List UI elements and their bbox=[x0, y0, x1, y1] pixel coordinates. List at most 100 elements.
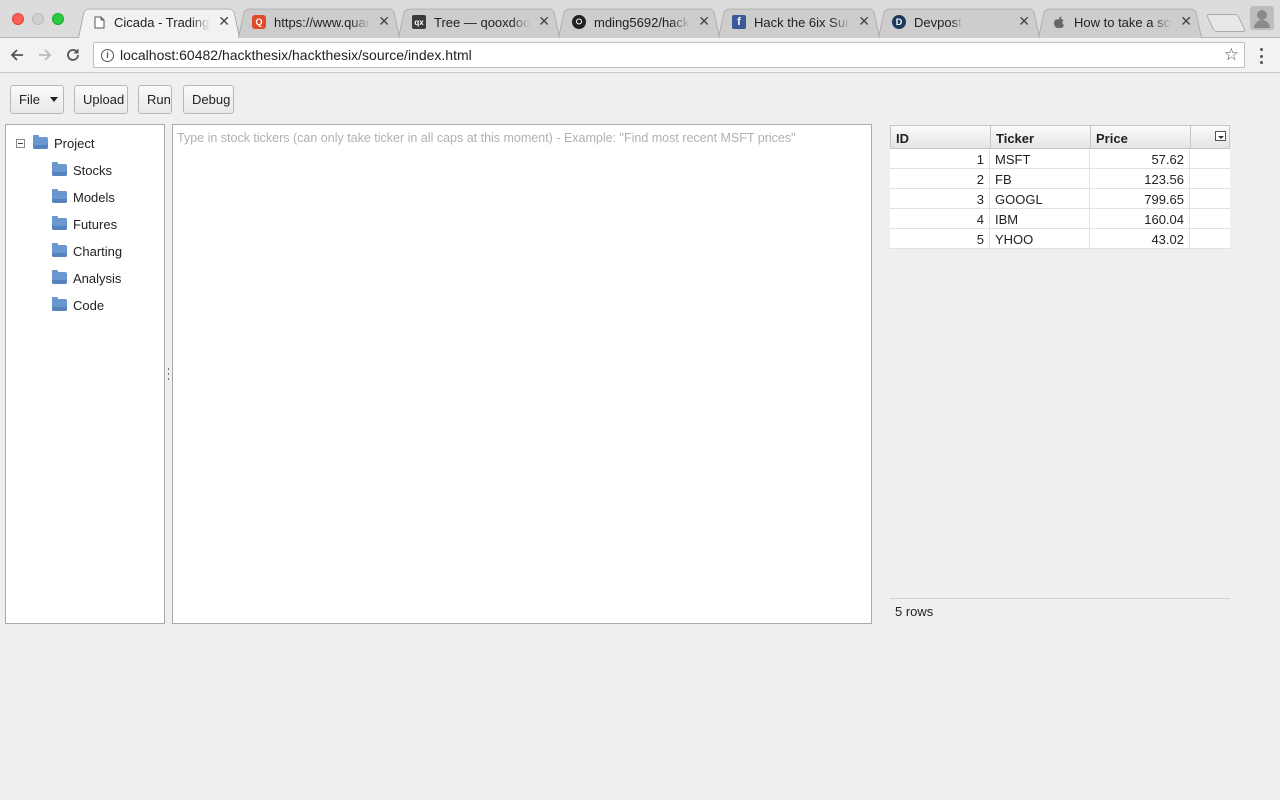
close-window-button[interactable] bbox=[12, 13, 24, 25]
close-tab-icon[interactable]: ✕ bbox=[1018, 13, 1030, 30]
folder-icon bbox=[52, 243, 67, 257]
column-header-id[interactable]: ID bbox=[891, 126, 991, 148]
tree-item-futures[interactable]: Futures bbox=[52, 214, 117, 234]
folder-icon bbox=[52, 270, 67, 284]
debug-button[interactable]: Debug bbox=[183, 85, 234, 114]
folder-icon bbox=[52, 162, 67, 176]
tab-title: Devpost bbox=[914, 14, 962, 30]
reload-icon[interactable] bbox=[62, 44, 84, 66]
forward-arrow-icon[interactable] bbox=[34, 44, 56, 66]
cell-price: 160.04 bbox=[1090, 209, 1190, 229]
table-row[interactable]: 2 FB 123.56 bbox=[890, 169, 1230, 189]
info-icon[interactable]: i bbox=[101, 49, 114, 62]
page-icon bbox=[92, 15, 106, 29]
close-tab-icon[interactable]: ✕ bbox=[858, 13, 870, 30]
url-text: localhost:60482/hackthesix/hackthesix/so… bbox=[120, 47, 472, 63]
column-visibility-icon[interactable] bbox=[1215, 131, 1226, 141]
facebook-icon: f bbox=[732, 15, 746, 29]
tree-item-analysis[interactable]: Analysis bbox=[52, 268, 121, 288]
tab-title: Cicada - Trading IDE bbox=[114, 14, 210, 30]
tree-item-label: Stocks bbox=[73, 162, 113, 178]
cell-price: 57.62 bbox=[1090, 149, 1190, 169]
table-row[interactable]: 3 GOOGL 799.65 bbox=[890, 189, 1230, 209]
tab-title: https://www.quandl.com bbox=[274, 14, 370, 30]
tree-item-label: Futures bbox=[73, 216, 118, 232]
browser-tab-7[interactable]: How to take a screenshot ✕ bbox=[1038, 6, 1202, 38]
apple-icon bbox=[1052, 15, 1066, 29]
tree-item-label: Project bbox=[54, 135, 95, 151]
results-table: ID Ticker Price 1 MSFT 57.62 2 FB 123.56… bbox=[890, 125, 1230, 624]
cell-ticker: MSFT bbox=[990, 149, 1090, 169]
close-tab-icon[interactable]: ✕ bbox=[378, 13, 390, 30]
folder-icon bbox=[33, 135, 48, 149]
new-tab-button[interactable] bbox=[1205, 14, 1247, 32]
column-header-ticker[interactable]: Ticker bbox=[991, 126, 1091, 148]
browser-tab-4[interactable]: mding5692/hackthesix ✕ bbox=[558, 6, 720, 38]
close-tab-icon[interactable]: ✕ bbox=[218, 13, 230, 30]
cell-id: 2 bbox=[890, 169, 990, 189]
close-tab-icon[interactable]: ✕ bbox=[1180, 13, 1192, 30]
back-arrow-icon[interactable] bbox=[6, 44, 28, 66]
cell-price: 43.02 bbox=[1090, 229, 1190, 249]
row-count: 5 rows bbox=[890, 598, 1230, 624]
file-menu-button[interactable]: File bbox=[10, 85, 64, 114]
browser-tab-6[interactable]: D Devpost ✕ bbox=[878, 6, 1040, 38]
project-tree: Project Stocks Models Futures Charting A… bbox=[5, 124, 165, 624]
tab-title: Tree — qooxdoo 5 bbox=[434, 14, 530, 30]
tab-title: Hack the 6ix Summer bbox=[754, 14, 850, 30]
table-body: 1 MSFT 57.62 2 FB 123.56 3 GOOGL 799.65 … bbox=[890, 149, 1230, 249]
tree-item-stocks[interactable]: Stocks bbox=[52, 160, 112, 180]
file-menu-label: File bbox=[19, 92, 40, 107]
tab-title: How to take a screenshot bbox=[1074, 14, 1172, 30]
cell-ticker: YHOO bbox=[990, 229, 1090, 249]
cell-id: 3 bbox=[890, 189, 990, 209]
cell-ticker: FB bbox=[990, 169, 1090, 189]
table-header: ID Ticker Price bbox=[890, 125, 1230, 149]
browser-tab-2[interactable]: Q https://www.quandl.com ✕ bbox=[238, 6, 400, 38]
cell-price: 123.56 bbox=[1090, 169, 1190, 189]
cell-id: 4 bbox=[890, 209, 990, 229]
browser-tab-5[interactable]: f Hack the 6ix Summer ✕ bbox=[718, 6, 880, 38]
table-row[interactable]: 1 MSFT 57.62 bbox=[890, 149, 1230, 169]
tree-item-label: Code bbox=[73, 297, 105, 313]
cell-ticker: GOOGL bbox=[990, 189, 1090, 209]
qooxdoo-icon: qx bbox=[412, 15, 426, 29]
cell-ticker: IBM bbox=[990, 209, 1090, 229]
cell-id: 1 bbox=[890, 149, 990, 169]
browser-tab-3[interactable]: qx Tree — qooxdoo 5 ✕ bbox=[398, 6, 560, 38]
tree-item-charting[interactable]: Charting bbox=[52, 241, 122, 261]
splitter-handle[interactable] bbox=[167, 368, 170, 380]
profile-icon[interactable] bbox=[1250, 6, 1274, 30]
devpost-icon: D bbox=[892, 15, 906, 29]
folder-icon bbox=[52, 297, 67, 311]
tab-title: mding5692/hackthesix bbox=[594, 14, 690, 30]
browser-tab-bar: Cicada - Trading IDE ✕ Q https://www.qua… bbox=[0, 0, 1280, 38]
github-icon bbox=[572, 15, 586, 29]
chevron-down-icon bbox=[49, 97, 58, 102]
close-tab-icon[interactable]: ✕ bbox=[538, 13, 550, 30]
maximize-window-button[interactable] bbox=[52, 13, 64, 25]
collapse-toggle-icon[interactable] bbox=[16, 139, 25, 148]
minimize-window-button[interactable] bbox=[32, 13, 44, 25]
address-bar[interactable]: i localhost:60482/hackthesix/hackthesix/… bbox=[93, 42, 1245, 68]
tree-item-label: Analysis bbox=[73, 270, 122, 286]
tree-item-code[interactable]: Code bbox=[52, 295, 104, 315]
tree-item-project[interactable]: Project bbox=[33, 133, 94, 153]
ticker-query-input[interactable] bbox=[172, 124, 872, 624]
close-tab-icon[interactable]: ✕ bbox=[698, 13, 710, 30]
table-row[interactable]: 5 YHOO 43.02 bbox=[890, 229, 1230, 249]
run-button[interactable]: Run bbox=[138, 85, 172, 114]
browser-toolbar: i localhost:60482/hackthesix/hackthesix/… bbox=[0, 38, 1280, 73]
tree-item-label: Charting bbox=[73, 243, 123, 259]
folder-icon bbox=[52, 216, 67, 230]
browser-menu-icon[interactable] bbox=[1256, 46, 1266, 66]
table-row[interactable]: 4 IBM 160.04 bbox=[890, 209, 1230, 229]
column-header-price[interactable]: Price bbox=[1091, 126, 1191, 148]
tree-item-models[interactable]: Models bbox=[52, 187, 115, 207]
cell-price: 799.65 bbox=[1090, 189, 1190, 209]
browser-tab-1[interactable]: Cicada - Trading IDE ✕ bbox=[78, 6, 240, 38]
cell-id: 5 bbox=[890, 229, 990, 249]
upload-button[interactable]: Upload bbox=[74, 85, 128, 114]
quandl-icon: Q bbox=[252, 15, 266, 29]
bookmark-star-icon[interactable]: ☆ bbox=[1224, 45, 1239, 65]
